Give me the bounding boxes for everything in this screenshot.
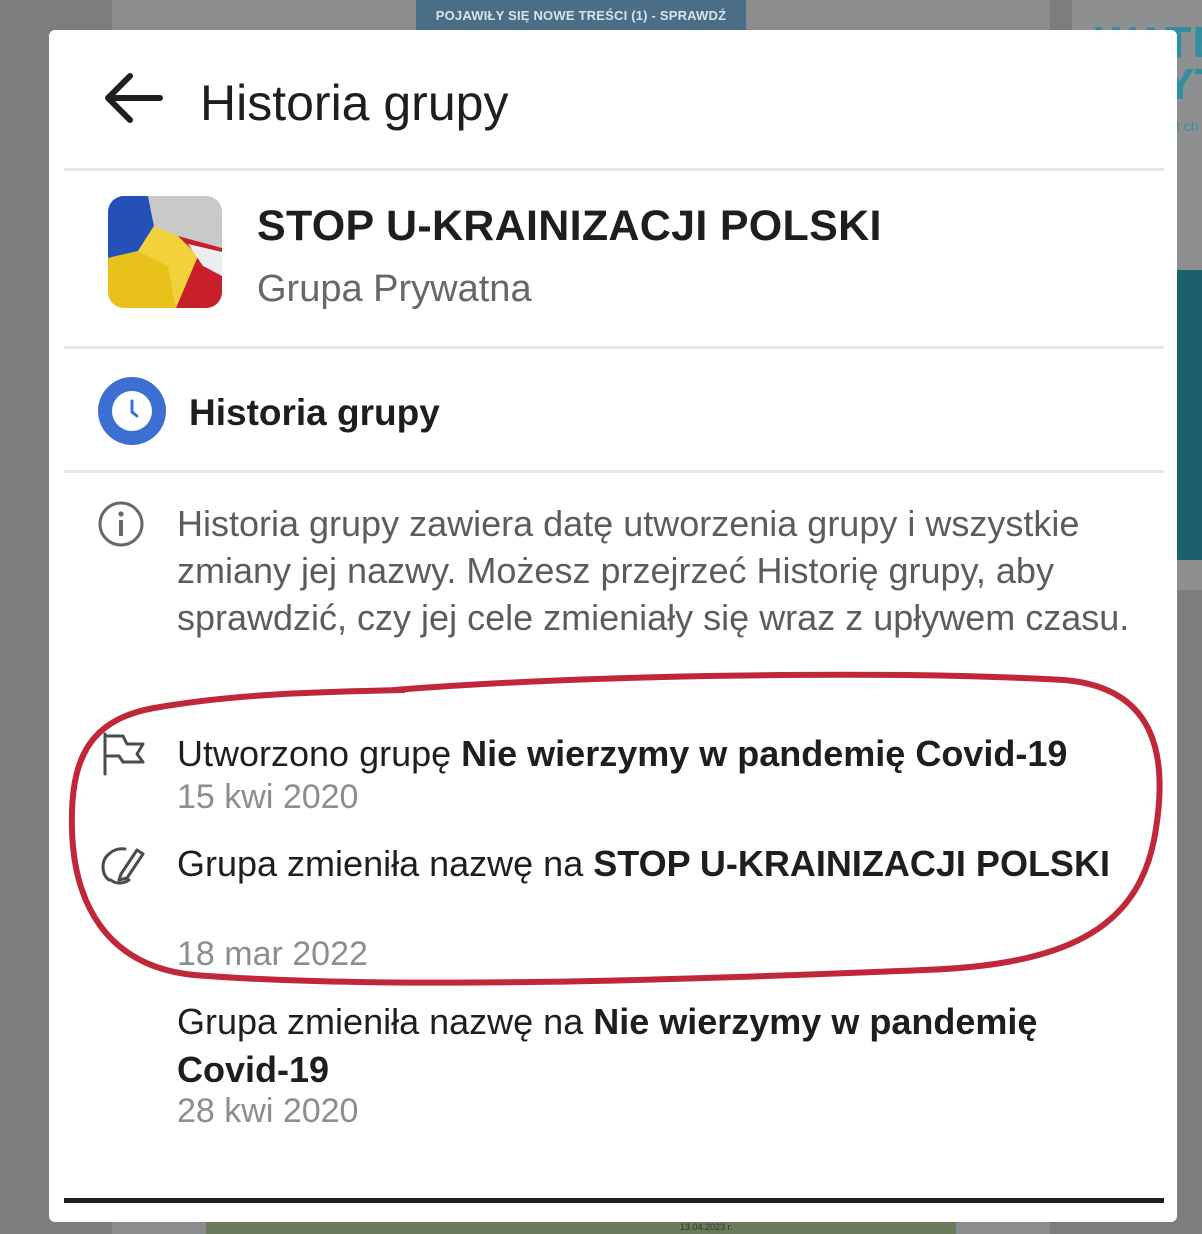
background-ad-small-text: t ch xyxy=(1176,118,1199,134)
background-date: 13.04.2023 r. xyxy=(680,1222,733,1232)
new-content-notice[interactable]: POJAWIŁY SIĘ NOWE TREŚCI (1) - SPRAWDŹ xyxy=(416,0,746,30)
highlight-circle xyxy=(68,671,1163,986)
background-thumbnails xyxy=(206,1220,956,1234)
group-history-screenshot: Historia grupy STOP U-KRAINIZACJI POLSKI… xyxy=(64,30,1164,1210)
background-ad-graphic xyxy=(1176,270,1202,560)
image-lightbox: Historia grupy STOP U-KRAINIZACJI POLSKI… xyxy=(49,30,1177,1222)
bottom-bar xyxy=(64,1198,1164,1203)
